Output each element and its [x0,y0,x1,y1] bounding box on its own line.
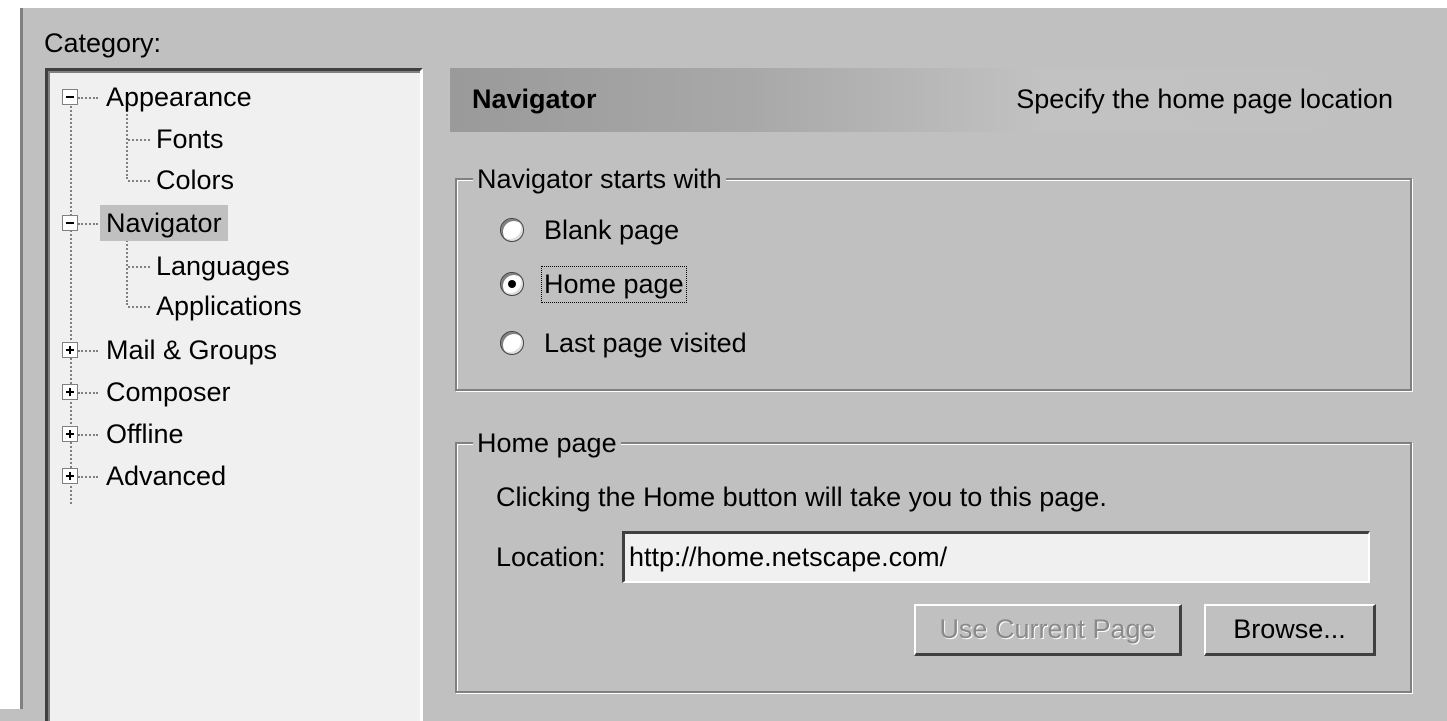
tree-connector [78,223,98,225]
tree-connector [126,107,128,179]
tree-item-advanced[interactable]: Advanced [100,456,232,496]
radio-button[interactable] [500,218,524,242]
radio-label: Blank page [544,214,680,245]
panel-description: Specify the home page location [1016,84,1393,114]
tree-connector [78,97,98,99]
browse-button[interactable]: Browse... [1204,604,1376,656]
radio-blank-page[interactable]: Blank page [500,210,679,250]
tree-item-appearance[interactable]: Appearance [100,77,258,117]
location-field[interactable] [622,531,1370,583]
tree-item-label: Fonts [156,124,224,154]
tree-item-mail-groups[interactable]: Mail & Groups [100,330,283,370]
location-label: Location: [496,542,606,572]
window-top-edge [0,0,1447,8]
tree-connector [78,434,98,436]
tree-connector [78,476,98,478]
tree-connector [70,99,72,504]
collapse-icon[interactable] [62,89,78,105]
tree-item-label: Applications [156,291,302,321]
tree-item-colors[interactable]: Colors [150,160,240,200]
tree-item-fonts[interactable]: Fonts [150,119,230,159]
tree-item-label: Mail & Groups [106,335,278,365]
starts-with-legend: Navigator starts with [473,164,726,194]
tree-connector [128,180,150,182]
home-page-description: Clicking the Home button will take you t… [496,482,1107,512]
radio-button[interactable] [500,331,524,355]
tree-connector [78,392,98,394]
tree-item-label: Appearance [106,82,252,112]
radio-label: Last page visited [544,327,747,358]
radio-label: Home page [541,265,687,303]
panel-title: Navigator [472,84,597,114]
category-label: Category: [44,28,162,58]
tree-connector [128,139,150,141]
window-left-edge [0,0,20,709]
tree-item-navigator[interactable]: Navigator [100,203,228,243]
tree-item-composer[interactable]: Composer [100,372,237,412]
tree-item-label: Colors [156,165,235,195]
expand-icon[interactable] [62,342,78,358]
expand-icon[interactable] [62,468,78,484]
radio-home-page[interactable]: Home page [500,264,687,304]
radio-last-page-visited[interactable]: Last page visited [500,323,747,363]
tree-item-label: Languages [156,251,290,281]
tree-connector [128,266,150,268]
tree-item-label: Navigator [100,205,228,241]
window-left-shadow [20,8,23,709]
radio-button[interactable] [500,272,524,296]
tree-item-languages[interactable]: Languages [150,246,296,286]
tree-connector [126,233,128,305]
tree-connector [128,306,150,308]
tree-item-offline[interactable]: Offline [100,414,190,454]
tree-connector [78,350,98,352]
expand-icon[interactable] [62,384,78,400]
expand-icon[interactable] [62,426,78,442]
tree-item-applications[interactable]: Applications [150,286,308,326]
tree-item-label: Composer [106,377,231,407]
category-tree[interactable]: Appearance Fonts Colors Navigator Langua… [45,68,423,721]
collapse-icon[interactable] [62,215,78,231]
home-page-legend: Home page [473,428,621,458]
tree-item-label: Advanced [106,461,227,491]
use-current-page-button[interactable]: Use Current Page [914,604,1182,656]
tree-item-label: Offline [106,419,184,449]
